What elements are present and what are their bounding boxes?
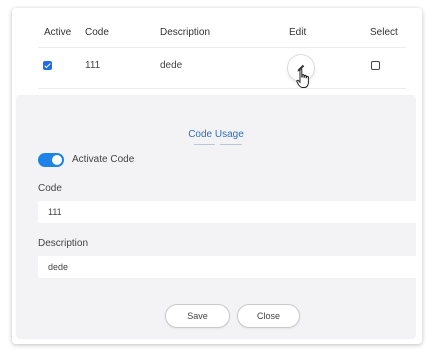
row-divider bbox=[38, 88, 406, 89]
column-header-edit: Edit bbox=[289, 26, 307, 38]
title-underline-right bbox=[220, 144, 242, 145]
table-header: Active Code Description Edit Select bbox=[12, 20, 422, 44]
select-checkbox[interactable] bbox=[371, 60, 380, 70]
select-cell bbox=[371, 48, 380, 82]
column-header-code: Code bbox=[85, 26, 109, 38]
description-cell: dede bbox=[160, 59, 183, 71]
close-button[interactable]: Close bbox=[237, 304, 300, 328]
activate-code-toggle[interactable] bbox=[38, 153, 64, 167]
column-header-active: Active bbox=[44, 26, 72, 38]
description-input[interactable]: dede bbox=[38, 256, 418, 278]
code-cell: 111 bbox=[85, 59, 101, 71]
title-underline-left bbox=[194, 144, 215, 145]
activate-code-label: Activate Code bbox=[72, 154, 135, 165]
active-checkbox[interactable] bbox=[43, 60, 52, 70]
code-label: Code bbox=[38, 183, 62, 194]
table-row: 111 dede bbox=[12, 48, 422, 82]
description-label: Description bbox=[38, 238, 89, 249]
column-header-description: Description bbox=[160, 26, 211, 38]
code-input[interactable]: 111 bbox=[38, 201, 418, 223]
code-dialog: Active Code Description Edit Select 111 … bbox=[12, 8, 422, 344]
save-button[interactable]: Save bbox=[165, 304, 230, 328]
hand-pointer-cursor bbox=[296, 68, 309, 88]
active-cell bbox=[43, 48, 52, 82]
panel-title: Code Usage bbox=[188, 129, 244, 140]
column-header-select: Select bbox=[370, 26, 398, 38]
code-usage-panel: Code Usage Activate Code Code 111 Descri… bbox=[16, 95, 418, 339]
